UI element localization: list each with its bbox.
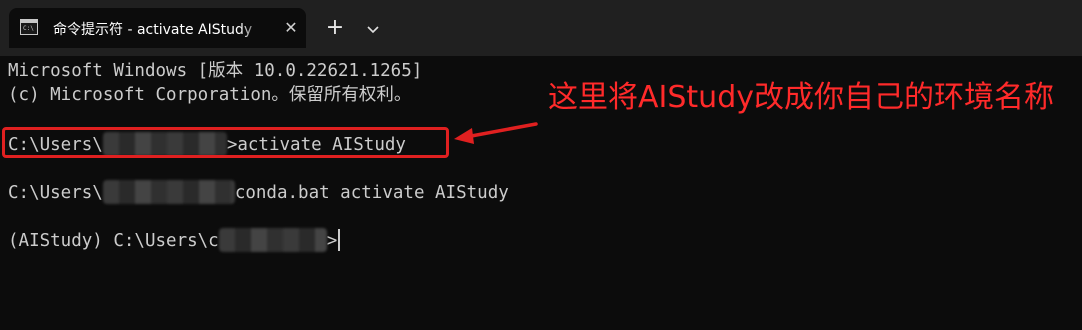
new-tab-button[interactable]: + [322, 16, 348, 42]
terminal-line-version: Microsoft Windows [版本 10.0.22621.1265] [8, 61, 423, 81]
svg-text:C:\: C:\ [23, 25, 34, 32]
redacted-username [102, 180, 235, 204]
text-cursor [338, 229, 341, 251]
tab-title: 命令提示符 - activate AIStudy [53, 22, 253, 38]
terminal-icon: C:\ [20, 19, 38, 35]
arrow-icon [454, 122, 538, 144]
terminal-line-prompt: (AIStudy) C:\Users\c > [8, 228, 341, 252]
terminal-line-command-2: C:\Users\ conda.bat activate AIStudy [8, 180, 509, 204]
title-bar: C:\ 命令提示符 - activate AIStudy ✕ + [0, 0, 1082, 56]
command-2-prefix: C:\Users\ [8, 183, 103, 203]
terminal-output[interactable]: Microsoft Windows [版本 10.0.22621.1265] (… [0, 56, 1082, 330]
command-2-text: conda.bat activate AIStudy [234, 183, 509, 203]
redacted-username [218, 228, 327, 252]
close-icon[interactable]: ✕ [281, 18, 301, 38]
highlight-box [2, 127, 449, 158]
prompt-prefix: (AIStudy) C:\Users\c [8, 231, 219, 251]
prompt-suffix: > [326, 231, 338, 251]
terminal-line-copyright: (c) Microsoft Corporation。保留所有权利。 [8, 85, 412, 105]
chevron-down-icon[interactable] [362, 16, 384, 42]
annotation-note: 这里将AIStudy改成你自己的环境名称 [548, 80, 1054, 115]
tab-command-prompt[interactable]: C:\ 命令提示符 - activate AIStudy ✕ [9, 8, 306, 48]
